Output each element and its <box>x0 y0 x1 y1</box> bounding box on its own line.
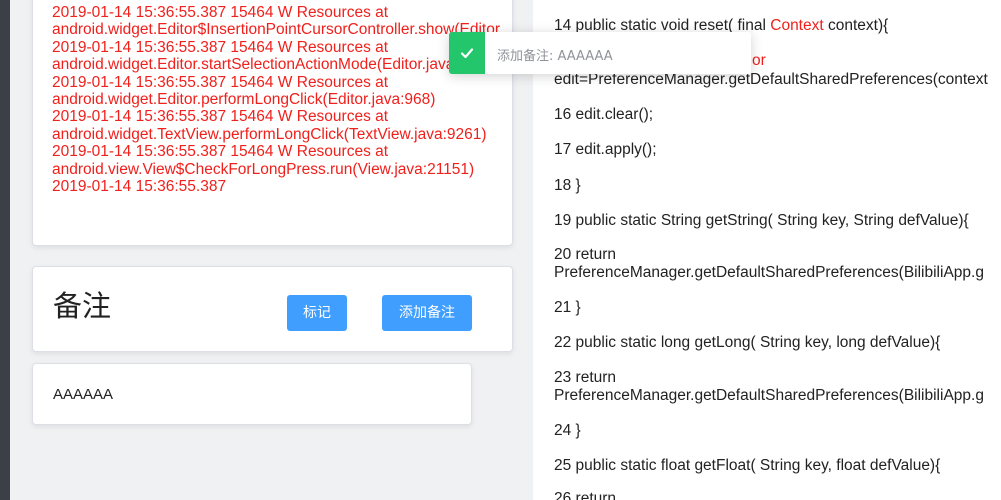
code-line-26: 26 return <box>554 490 617 500</box>
code-line-18: 18 } <box>554 177 581 194</box>
code-line-25: 25 public static float getFloat( String … <box>554 457 941 474</box>
code-line-24: 24 } <box>554 422 581 439</box>
code-line-20b: PreferenceManager.getDefaultSharedPrefer… <box>554 264 984 281</box>
code-line-22: 22 public static long getLong( String ke… <box>554 334 941 351</box>
check-icon <box>449 32 485 74</box>
log-line: 2019-01-14 15:36:55.387 15464 W Resource… <box>52 4 389 21</box>
log-line: android.widget.Editor$InsertionPointCurs… <box>52 21 501 39</box>
log-line: android.widget.TextView.performLongClick… <box>52 125 487 143</box>
mark-button[interactable]: 标记 <box>287 295 347 331</box>
log-line: android.view.View$CheckForLongPress.run(… <box>52 160 475 178</box>
log-line: 2019-01-14 15:36:55.387 15464 W Resource… <box>52 108 389 126</box>
log-line: 2019-01-14 15:36:55.387 <box>52 178 227 196</box>
note-item[interactable]: AAAAAA <box>32 363 472 425</box>
code-panel: 14 public static void reset( final Conte… <box>533 0 1001 500</box>
window-edge <box>0 0 10 500</box>
code-line-17: 17 edit.apply(); <box>554 141 657 158</box>
add-note-button[interactable]: 添加备注 <box>382 295 472 331</box>
code-line-23b: PreferenceManager.getDefaultSharedPrefer… <box>554 387 984 404</box>
code-keyword: or <box>752 52 766 69</box>
left-panel: 2019-01-14 15:36:55.387 15464 W Resource… <box>10 0 533 500</box>
log-line: android.widget.Editor.performLongClick(E… <box>52 91 436 109</box>
code-line-16: 16 edit.clear(); <box>554 106 654 123</box>
code-line-23a: 23 return <box>554 369 617 386</box>
code-text: context){ <box>823 17 889 34</box>
note-text: AAAAAA <box>53 386 114 403</box>
log-text: 2019-01-14 15:36:55.387 15464 W Resource… <box>52 4 512 195</box>
notes-title: 备注 <box>53 291 112 323</box>
log-line: 2019-01-14 15:36:55.387 15464 W Resource… <box>52 73 389 91</box>
success-toast: 添加备注: AAAAAA <box>449 32 751 74</box>
log-card: 2019-01-14 15:36:55.387 15464 W Resource… <box>32 0 513 246</box>
log-line: 2019-01-14 15:36:55.387 15464 W Resource… <box>52 143 389 161</box>
code-keyword: Context <box>770 17 824 34</box>
toast-message: 添加备注: AAAAAA <box>497 49 613 64</box>
code-line-21: 21 } <box>554 299 581 316</box>
notes-card: 备注 标记 添加备注 <box>32 266 513 352</box>
log-line: android.widget.Editor.startSelectionActi… <box>52 56 455 74</box>
log-line: 2019-01-14 15:36:55.387 15464 W Resource… <box>52 38 389 56</box>
code-line-19: 19 public static String getString( Strin… <box>554 212 969 229</box>
code-line-20a: 20 return <box>554 246 617 263</box>
